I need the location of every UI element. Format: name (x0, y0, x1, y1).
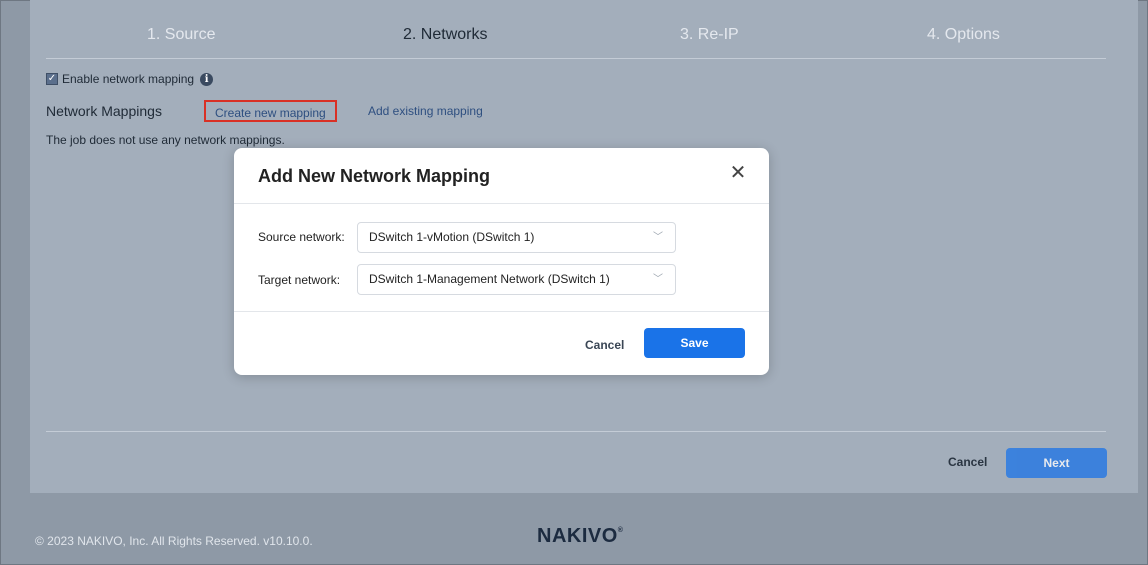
chevron-down-icon: ﹀ (653, 232, 663, 243)
steps-divider (46, 58, 1106, 59)
enable-mapping-checkbox[interactable]: ✓ (46, 73, 58, 85)
enable-network-mapping-row: ✓ Enable network mapping i (46, 72, 214, 86)
step-networks[interactable]: 2. Networks (403, 26, 487, 44)
logo-text: NAKIVO (537, 525, 618, 547)
dialog-title: Add New Network Mapping (258, 166, 491, 186)
dialog-footer-divider (234, 311, 769, 312)
save-button[interactable]: Save (644, 328, 745, 358)
source-network-label: Source network: (258, 230, 345, 244)
source-network-value: DSwitch 1-vMotion (DSwitch 1) (369, 230, 535, 244)
network-mappings-title: Network Mappings (46, 103, 162, 119)
enable-mapping-label[interactable]: Enable network mapping (62, 72, 194, 86)
chevron-down-icon: ﹀ (653, 274, 663, 285)
nakivo-logo: NAKIVO® (537, 525, 623, 548)
target-network-select[interactable]: DSwitch 1-Management Network (DSwitch 1)… (357, 264, 676, 295)
wizard-cancel-button[interactable]: Cancel (948, 455, 987, 469)
step-re-ip[interactable]: 3. Re-IP (680, 26, 739, 44)
step-options[interactable]: 4. Options (927, 26, 1000, 44)
dialog-cancel-button[interactable]: Cancel (585, 338, 624, 352)
target-network-label: Target network: (258, 273, 341, 287)
create-new-mapping-link[interactable]: Create new mapping (204, 100, 337, 122)
empty-mappings-text: The job does not use any network mapping… (46, 133, 285, 147)
info-icon[interactable]: i (200, 72, 214, 86)
dialog-header-divider (234, 203, 769, 204)
close-icon[interactable]: ✕ (728, 163, 748, 183)
source-network-select[interactable]: DSwitch 1-vMotion (DSwitch 1) ﹀ (357, 222, 676, 253)
copyright-text: © 2023 NAKIVO, Inc. All Rights Reserved.… (35, 534, 313, 548)
footer-divider (46, 431, 1106, 432)
wizard-steps: 1. Source 2. Networks 3. Re-IP 4. Option… (30, 0, 1138, 58)
target-network-value: DSwitch 1-Management Network (DSwitch 1) (369, 272, 610, 286)
next-button[interactable]: Next (1006, 448, 1107, 478)
add-existing-mapping-link[interactable]: Add existing mapping (368, 104, 483, 118)
add-network-mapping-dialog: Add New Network Mapping ✕ Source network… (234, 148, 769, 375)
step-source[interactable]: 1. Source (147, 26, 215, 44)
registered-mark: ® (617, 527, 624, 534)
